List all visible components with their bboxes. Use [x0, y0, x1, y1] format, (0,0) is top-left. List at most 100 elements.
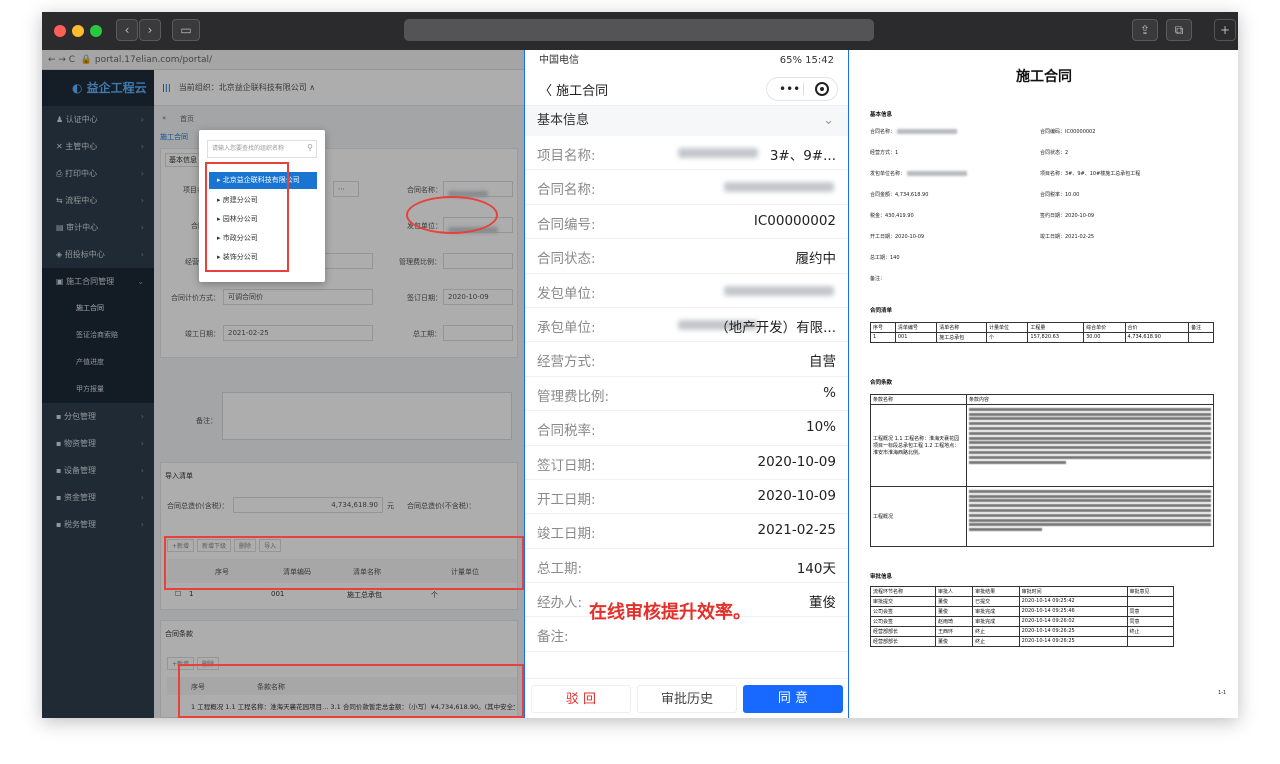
mgmt-field[interactable]	[443, 253, 513, 269]
sidebar-subitem-label: 甲方报量	[76, 385, 104, 393]
sidebar-item[interactable]: ⇆ 流程中心 ›	[42, 187, 154, 214]
detail-value: IC00000002	[753, 212, 836, 229]
breadcrumb[interactable]: 施工合同	[160, 132, 188, 142]
more-icon[interactable]: •••	[779, 78, 800, 100]
menu-toggle-icon[interactable]: |||	[162, 83, 171, 92]
chevron-right-icon: ›	[140, 439, 144, 448]
detail-label: 签订日期:	[537, 457, 596, 474]
doc-cell: 审批完成	[972, 616, 1020, 627]
zoom-button[interactable]	[90, 25, 102, 37]
doc-cell: 公司会签	[869, 616, 937, 627]
sidebar-item[interactable]: ▪ 税务管理 ›	[42, 511, 154, 538]
finish-field[interactable]: 2021-02-25	[223, 325, 373, 341]
sidebar-subitem[interactable]: 签证洽商索赔	[42, 322, 154, 349]
sign-field[interactable]: 2020-10-09	[443, 289, 513, 305]
doc-cell: 经营部部长	[869, 636, 937, 647]
doc-field-text: 合同名称：	[870, 129, 896, 135]
admin-sidebar: ◐ 益企工程云 ♟ 认证中心 › ✕ 主管中心 › ⎙ 打印中心 › ⇆ 流程中心 › ▤ 审计…	[42, 70, 154, 718]
detail-value: 2020-10-09	[757, 487, 836, 504]
section-title: 基本信息	[537, 113, 590, 128]
sidebar-item-label: 流程中心	[65, 196, 98, 205]
sidebar-item[interactable]: ⎙ 打印中心 ›	[42, 160, 154, 187]
history-button[interactable]: 审批历史	[637, 685, 737, 713]
search-icon[interactable]: ⚲	[307, 143, 313, 152]
mgmt-label: 管理费比例：	[399, 258, 441, 266]
doc-cell: 合价	[1124, 322, 1190, 333]
address-bar[interactable]	[404, 19, 874, 41]
org-search-input[interactable]: 请输入您要查找的组织名称	[207, 140, 317, 158]
forward-button[interactable]: ›	[139, 19, 161, 41]
remark-field[interactable]	[222, 392, 512, 440]
logo-icon: ◐	[72, 81, 87, 95]
detail-label: 项目名称:	[537, 148, 596, 164]
approve-button[interactable]: 同 意	[743, 685, 843, 713]
doc-cell: 审批意见	[1126, 586, 1174, 597]
sidebar-toggle-icon[interactable]: ▭	[172, 19, 200, 41]
chevron-right-icon: ›	[140, 142, 144, 151]
detail-row: 总工期: 140天	[525, 549, 848, 584]
doc-sec-approval: 审批信息	[870, 574, 893, 580]
detail-label: 开工日期:	[537, 491, 596, 508]
doc-field-text: 税金：430,419.90	[870, 213, 914, 219]
sidebar-item[interactable]: ✕ 主管中心 ›	[42, 133, 154, 160]
cell-name: 施工总承包	[347, 591, 382, 599]
mini-program-capsule: •••	[766, 77, 838, 101]
doc-terms-head-0: 条款名称	[870, 394, 967, 405]
table-row: 1 001 施工总承包个 157,820.63 30.00 4,734,618.90	[870, 332, 1214, 343]
contract-document: 施工合同 基本信息 合同名称： 经营方式：1 发包单位名称： 合同金额：4,734,6…	[850, 50, 1238, 718]
highlight-terms-table	[178, 664, 524, 718]
reject-button[interactable]: 驳 回	[531, 685, 631, 713]
sidebar-item[interactable]: ▤ 审计中心 ›	[42, 214, 154, 241]
new-tab-icon[interactable]: +	[1214, 19, 1236, 41]
sidebar-subitem[interactable]: 产值进度	[42, 349, 154, 376]
doc-cell	[1188, 332, 1214, 343]
chevron-down-icon[interactable]: ⌄	[823, 106, 834, 136]
mobile-title-text: 施工合同	[556, 84, 609, 99]
minimize-button[interactable]	[72, 25, 84, 37]
sidebar-item-icon: ▪	[56, 412, 64, 421]
sidebar-item[interactable]: ▣ 施工合同管理 ⌄	[42, 268, 154, 295]
row-checkbox[interactable]: ☐	[175, 590, 181, 598]
sidebar-item[interactable]: ▪ 分包管理 ›	[42, 403, 154, 430]
table-row: 公司会签 赵雨琦 审批完成 2020-10-14 09:26:02 同意	[869, 616, 1174, 627]
url-bar[interactable]: ← → C 🔒 portal.17elian.com/portal/	[42, 50, 524, 70]
sidebar-item[interactable]: ▪ 设备管理 ›	[42, 457, 154, 484]
back-chevron-icon[interactable]: 〈	[539, 84, 556, 99]
sidebar-item-icon: ▪	[56, 493, 64, 502]
sidebar-subitem-label: 签证洽商索赔	[76, 331, 118, 339]
section-header[interactable]: 基本信息 ⌄	[525, 106, 848, 136]
sidebar-subitem[interactable]: 甲方报量	[42, 376, 154, 403]
tabs-overview-icon[interactable]: ⧉	[1166, 19, 1192, 41]
sidebar-item[interactable]: ▪ 资金管理 ›	[42, 484, 154, 511]
tab-back-icon[interactable]: «	[162, 114, 166, 122]
org-selector[interactable]: 当前组织：北京益企联科技有限公司	[179, 83, 307, 92]
mobile-title[interactable]: 〈 施工合同	[539, 80, 608, 99]
tab-home[interactable]: 首页	[180, 114, 194, 124]
total-field[interactable]	[443, 325, 513, 341]
close-mini-program-icon[interactable]	[815, 82, 829, 96]
chevron-right-icon: ›	[140, 169, 144, 178]
detail-row: 承包单位: （地产开发）有限...	[525, 308, 848, 343]
back-button[interactable]: ‹	[116, 19, 138, 41]
basic-info-tab[interactable]: 基本信息	[165, 153, 201, 167]
contract-name-field[interactable]	[443, 181, 513, 197]
sidebar-item[interactable]: ▪ 物资管理 ›	[42, 430, 154, 457]
pricing-field[interactable]: 可调合同价	[223, 289, 373, 305]
doc-field: 税金：430,419.90	[870, 212, 914, 219]
doc-cell: 董俊	[935, 636, 974, 647]
sum-field[interactable]: 4,734,618.90	[233, 497, 383, 513]
doc-cell	[1126, 596, 1174, 607]
detail-value: 10%	[805, 419, 836, 436]
sidebar-subitem[interactable]: 施工合同	[42, 295, 154, 322]
table-row: 公司会签 董俊 审批完成 2020-10-14 09:25:46 同意	[869, 606, 1174, 617]
close-button[interactable]	[54, 25, 66, 37]
sidebar-item[interactable]: ◈ 招投标中心 ›	[42, 241, 154, 268]
sidebar-item-icon: ▪	[56, 466, 64, 475]
sidebar-item-icon: ⇆	[56, 196, 66, 205]
project-field[interactable]: ⋯	[333, 181, 359, 197]
share-icon[interactable]: ⇪	[1132, 19, 1158, 41]
sidebar-item[interactable]: ♟ 认证中心 ›	[42, 106, 154, 133]
doc-cell: 001	[894, 332, 938, 343]
doc-cell: 同意	[1126, 606, 1174, 617]
sidebar-item-icon: ◈	[56, 250, 65, 259]
